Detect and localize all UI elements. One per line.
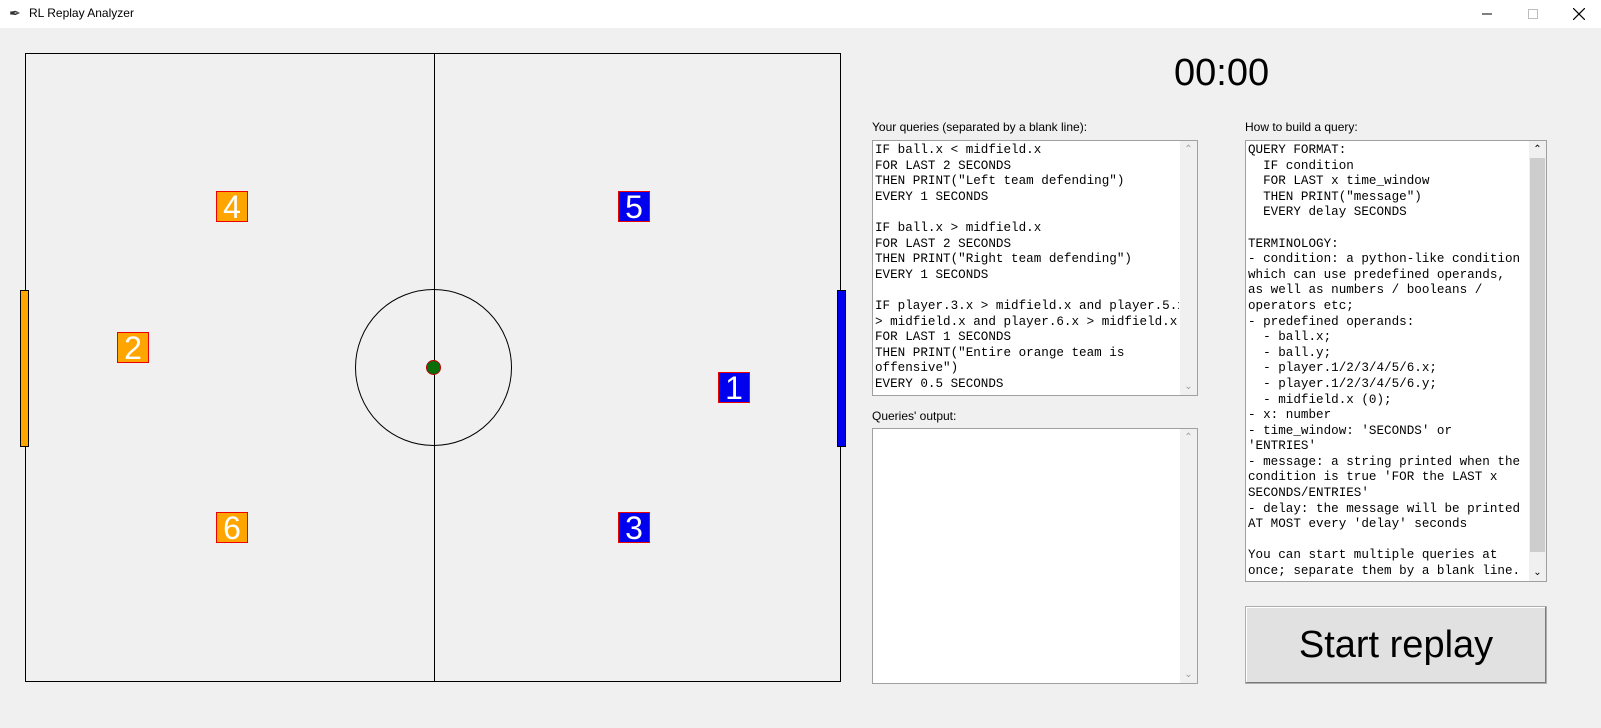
field-canvas (25, 53, 841, 682)
queries-textarea[interactable]: IF ball.x < midfield.x FOR LAST 2 SECOND… (872, 140, 1198, 396)
ball (426, 360, 441, 375)
close-icon (1573, 8, 1585, 20)
start-replay-button[interactable]: Start replay (1245, 606, 1547, 684)
output-textarea[interactable]: ⌃ ⌄ (872, 428, 1198, 684)
player-5: 5 (618, 191, 650, 223)
output-scrollbar[interactable]: ⌃ ⌄ (1180, 429, 1197, 683)
feather-icon: ✒ (9, 5, 21, 21)
orange-goal (20, 290, 29, 447)
close-button[interactable] (1556, 0, 1601, 28)
scroll-up-icon[interactable]: ⌃ (1180, 429, 1197, 446)
scroll-down-icon[interactable]: ⌄ (1180, 666, 1197, 683)
scroll-up-icon[interactable]: ⌃ (1529, 141, 1546, 158)
queries-label: Your queries (separated by a blank line)… (872, 120, 1088, 134)
blue-goal (837, 290, 846, 447)
replay-timer: 00:00 (1174, 52, 1270, 94)
output-text (875, 431, 1179, 683)
help-scrollbar[interactable]: ⌃ ⌄ (1529, 141, 1546, 581)
player-4: 4 (216, 191, 248, 223)
window-title: RL Replay Analyzer (29, 6, 134, 20)
queries-text: IF ball.x < midfield.x FOR LAST 2 SECOND… (875, 143, 1179, 391)
help-text: QUERY FORMAT: IF condition FOR LAST x ti… (1248, 143, 1521, 579)
player-3: 3 (618, 512, 650, 544)
player-6: 6 (216, 512, 248, 544)
scroll-thumb[interactable] (1530, 158, 1545, 552)
scroll-down-icon[interactable]: ⌄ (1529, 564, 1546, 581)
minimize-button[interactable] (1464, 0, 1510, 28)
scroll-down-icon[interactable]: ⌄ (1180, 378, 1197, 395)
help-textarea[interactable]: QUERY FORMAT: IF condition FOR LAST x ti… (1245, 140, 1547, 582)
help-label: How to build a query: (1245, 120, 1358, 134)
scroll-up-icon[interactable]: ⌃ (1180, 141, 1197, 158)
player-1: 1 (718, 372, 750, 404)
maximize-icon (1528, 9, 1538, 19)
player-2: 2 (117, 332, 149, 364)
queries-scrollbar[interactable]: ⌃ ⌄ (1180, 141, 1197, 395)
output-label: Queries' output: (872, 409, 957, 423)
title-bar: ✒ RL Replay Analyzer (0, 0, 1601, 28)
minimize-icon (1482, 13, 1492, 15)
maximize-button[interactable] (1510, 0, 1556, 28)
